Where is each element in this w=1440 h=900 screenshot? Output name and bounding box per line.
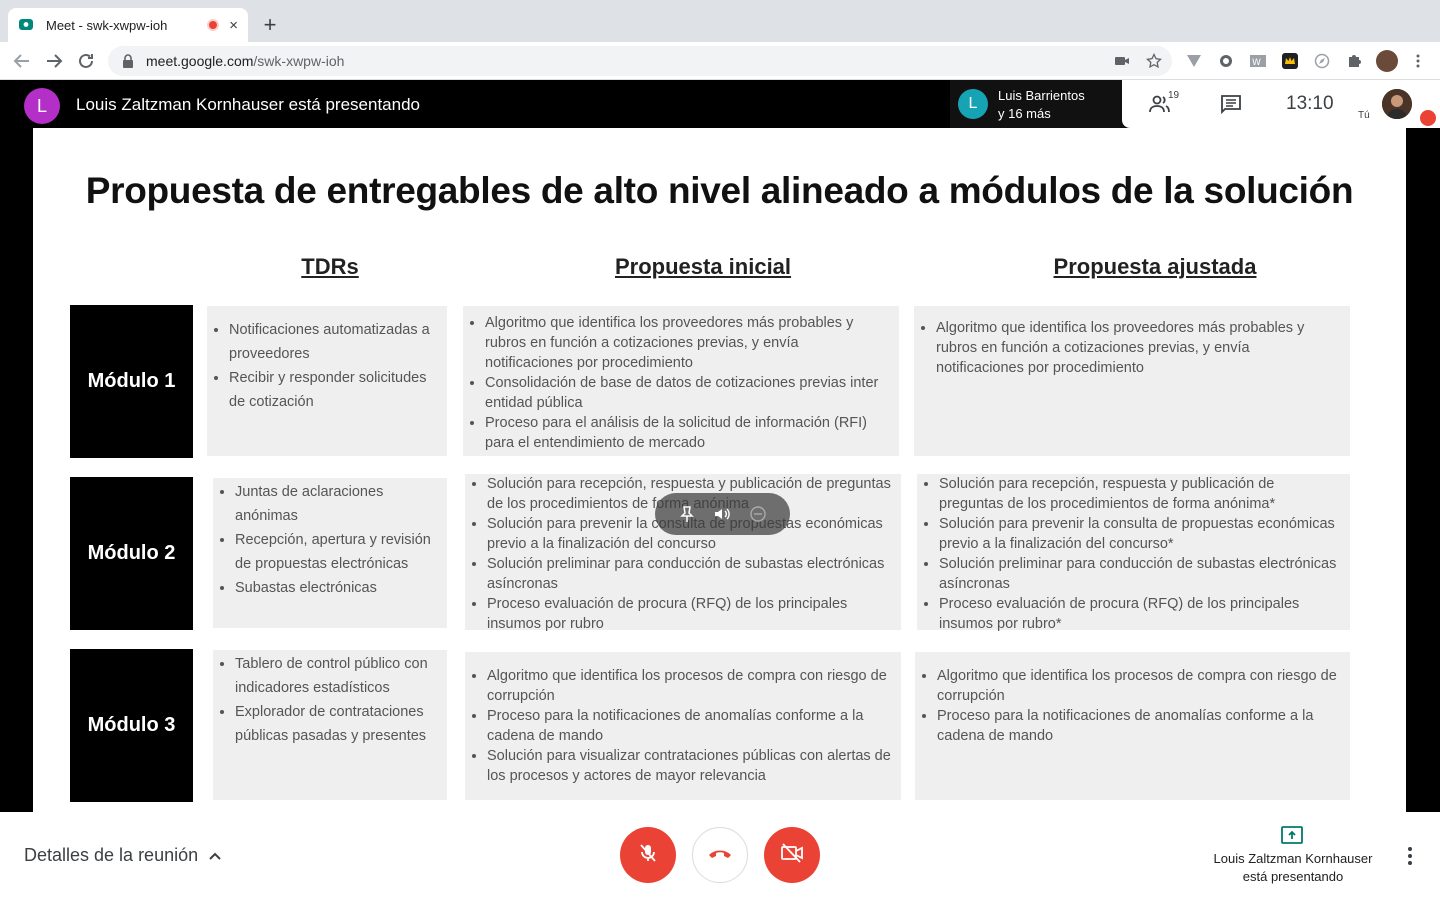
presenting-banner: Louis Zaltzman Kornhauser está presentan…	[76, 95, 420, 114]
crown-extension-icon[interactable]	[1282, 53, 1298, 69]
close-tab-icon[interactable]: ×	[229, 17, 238, 34]
list-item: Proceso para la notificaciones de anomal…	[487, 706, 891, 746]
self-mic-off-icon	[1420, 110, 1436, 126]
presenting-status[interactable]: Louis Zaltzman Kornhauser está presentan…	[1190, 850, 1396, 886]
self-label: Tú	[1358, 110, 1370, 121]
compass-extension-icon[interactable]	[1314, 53, 1330, 69]
module-label: Módulo 1	[70, 305, 193, 458]
presenter-avatar: L	[24, 88, 60, 124]
active-speaker-tile[interactable]: L Luis Barrientos y 16 más	[950, 80, 1125, 128]
list-item: Explorador de contrataciones públicas pa…	[235, 700, 439, 748]
self-video-avatar[interactable]	[1382, 89, 1412, 119]
url-text: meet.google.com/swk-xwpw-ioh	[146, 53, 345, 69]
reload-icon[interactable]	[74, 49, 98, 73]
forward-icon[interactable]	[42, 49, 66, 73]
circle-extension-icon[interactable]	[1218, 53, 1234, 69]
list-item: Proceso evaluación de procura (RFQ) de l…	[487, 594, 891, 634]
word-extension-icon[interactable]: W	[1250, 53, 1266, 69]
new-tab-button[interactable]: +	[256, 12, 284, 40]
list-item: Algoritmo que identifica los procesos de…	[487, 666, 891, 706]
camera-in-use-icon[interactable]	[1114, 53, 1130, 69]
list-item: Recibir y responder solicitudes de cotiz…	[229, 366, 439, 414]
recording-indicator-icon	[207, 19, 220, 31]
module-label: Módulo 3	[70, 649, 193, 802]
speaker-avatar: L	[958, 89, 988, 119]
initial-cell: Algoritmo que identifica los proveedores…	[463, 306, 899, 456]
participant-count: 19	[1168, 90, 1180, 101]
shared-slide: Propuesta de entregables de alto nivel a…	[33, 128, 1406, 812]
list-item: Algoritmo que identifica los proveedores…	[485, 313, 889, 373]
list-item: Solución para prevenir la consulta de pr…	[939, 514, 1342, 554]
bookmark-star-icon[interactable]	[1146, 52, 1162, 69]
list-item: Algoritmo que identifica los proveedores…	[936, 318, 1340, 378]
list-item: Notificaciones automatizadas a proveedor…	[229, 318, 439, 366]
tdrs-cell: Tablero de control público con indicador…	[213, 650, 447, 800]
presentation-media-controls	[655, 493, 790, 535]
list-item: Proceso para el análisis de la solicitud…	[485, 413, 889, 453]
adjusted-cell: Solución para recepción, respuesta y pub…	[917, 474, 1350, 632]
tdrs-cell: Juntas de aclaraciones anónimas Recepció…	[213, 478, 447, 628]
present-screen-icon[interactable]	[1281, 826, 1303, 844]
camera-toggle-button[interactable]	[764, 827, 820, 883]
speaker-name: Luis Barrientos y 16 más	[998, 88, 1085, 121]
list-item: Tablero de control público con indicador…	[235, 652, 439, 700]
browser-tab[interactable]: Meet - swk-xwpw-ioh ×	[8, 8, 248, 42]
chevron-up-icon[interactable]	[207, 848, 223, 864]
browser-tab-strip: Meet - swk-xwpw-ioh × +	[0, 0, 1440, 42]
list-item: Algoritmo que identifica los procesos de…	[937, 666, 1340, 706]
leave-call-button[interactable]	[692, 827, 748, 883]
back-icon[interactable]	[10, 49, 34, 73]
presentation-stage: Propuesta de entregables de alto nivel a…	[0, 128, 1440, 812]
list-item: Solución para visualizar contrataciones …	[487, 746, 891, 786]
list-item: Juntas de aclaraciones anónimas	[235, 480, 439, 528]
meeting-details-button[interactable]: Detalles de la reunión	[24, 845, 198, 866]
column-header-initial: Propuesta inicial	[614, 254, 792, 279]
slide-title: Propuesta de entregables de alto nivel a…	[85, 170, 1354, 211]
column-header-adjusted: Propuesta ajustada	[1053, 254, 1257, 279]
volume-icon[interactable]	[713, 505, 731, 523]
browser-menu-icon[interactable]	[1410, 53, 1426, 69]
adjusted-cell: Algoritmo que identifica los proveedores…	[914, 306, 1350, 456]
mic-toggle-button[interactable]	[620, 827, 676, 883]
chat-icon[interactable]	[1220, 94, 1242, 115]
more-options-icon[interactable]	[1403, 846, 1417, 866]
list-item: Solución para recepción, respuesta y pub…	[939, 474, 1342, 514]
mic-off-icon	[637, 842, 659, 869]
meet-favicon-icon	[18, 17, 34, 33]
hang-up-icon	[707, 846, 733, 865]
remove-icon[interactable]	[749, 505, 767, 523]
vimium-extension-icon[interactable]	[1186, 53, 1202, 69]
module-label: Módulo 2	[70, 477, 193, 630]
profile-avatar[interactable]	[1376, 50, 1398, 72]
svg-text:W: W	[1252, 58, 1261, 68]
list-item: Proceso para la notificaciones de anomal…	[937, 706, 1340, 746]
meet-bottom-bar: Detalles de la reunión Louis Zaltzman Ko…	[0, 812, 1440, 900]
lock-icon	[122, 54, 134, 68]
list-item: Solución preliminar para conducción de s…	[487, 554, 891, 594]
pin-icon[interactable]	[678, 505, 696, 523]
camera-off-icon	[780, 842, 804, 869]
column-header-tdrs: TDRs	[301, 254, 359, 279]
list-item: Recepción, apertura y revisión de propue…	[235, 528, 439, 576]
list-item: Consolidación de base de datos de cotiza…	[485, 373, 889, 413]
browser-toolbar: meet.google.com/swk-xwpw-ioh W	[0, 42, 1440, 80]
meet-info-panel: 19 13:10 Tú	[1122, 80, 1440, 128]
tdrs-cell: Notificaciones automatizadas a proveedor…	[207, 306, 447, 456]
puzzle-extensions-icon[interactable]	[1346, 53, 1362, 69]
list-item: Subastas electrónicas	[235, 576, 439, 600]
initial-cell: Algoritmo que identifica los procesos de…	[465, 652, 901, 800]
adjusted-cell: Algoritmo que identifica los procesos de…	[915, 652, 1350, 800]
meeting-clock: 13:10	[1286, 93, 1334, 114]
list-item: Solución preliminar para conducción de s…	[939, 554, 1342, 594]
tab-title: Meet - swk-xwpw-ioh	[46, 17, 168, 33]
address-bar[interactable]: meet.google.com/swk-xwpw-ioh	[108, 46, 1172, 76]
list-item: Proceso evaluación de procura (RFQ) de l…	[939, 594, 1342, 634]
